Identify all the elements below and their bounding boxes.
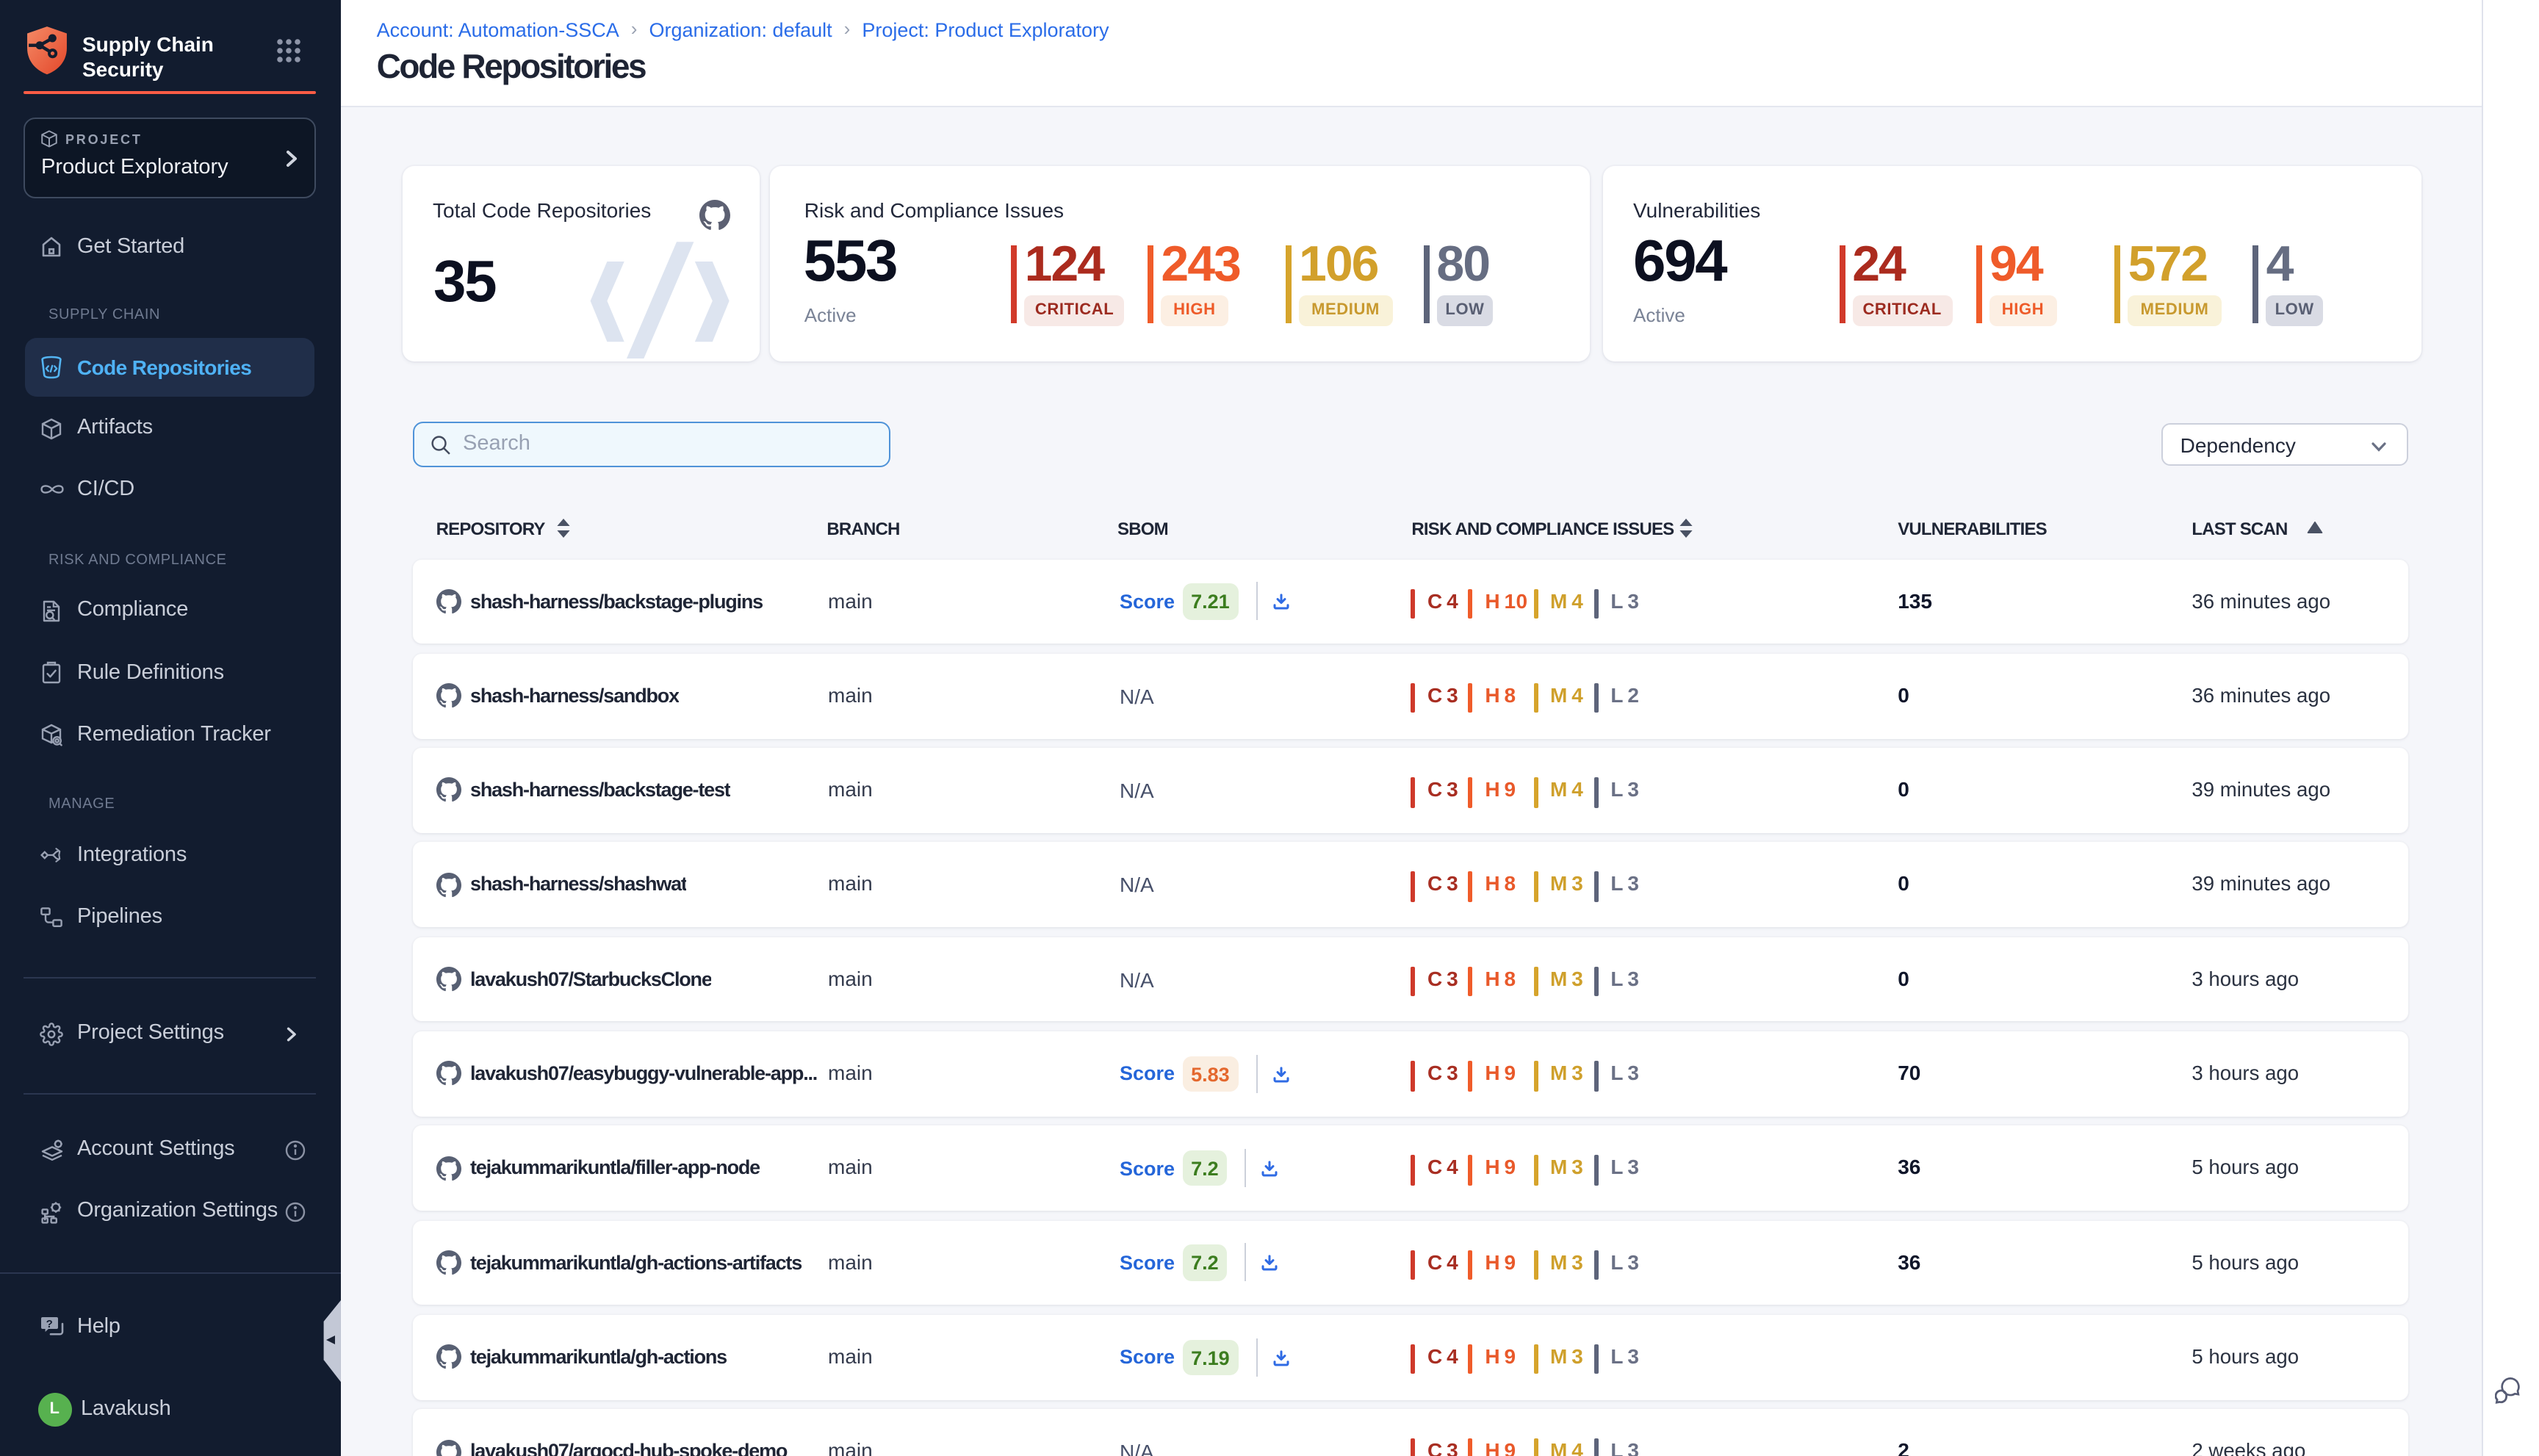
svg-text:?: ? [46,1318,53,1330]
